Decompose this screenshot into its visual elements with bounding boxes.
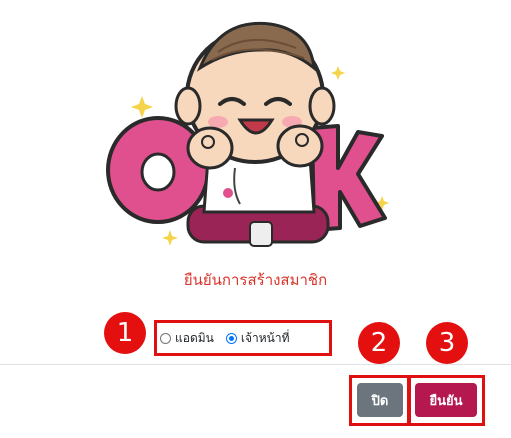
footer-divider [0, 364, 511, 365]
annotation-box-radio [154, 320, 332, 356]
confirm-button[interactable]: ยืนยัน [415, 383, 477, 417]
annotation-badge-3: 3 [426, 322, 468, 364]
ok-sticker-character-icon [106, 21, 389, 247]
annotation-badge-2: 2 [358, 322, 400, 364]
confirm-title: ยืนยันการสร้างสมาชิก [183, 271, 328, 289]
annotation-badge-1: 1 [104, 312, 146, 354]
close-button[interactable]: ปิด [357, 383, 403, 417]
dialog: ยืนยันการสร้างสมาชิก แอดมิน เจ้าหน้าที่ … [0, 0, 511, 438]
